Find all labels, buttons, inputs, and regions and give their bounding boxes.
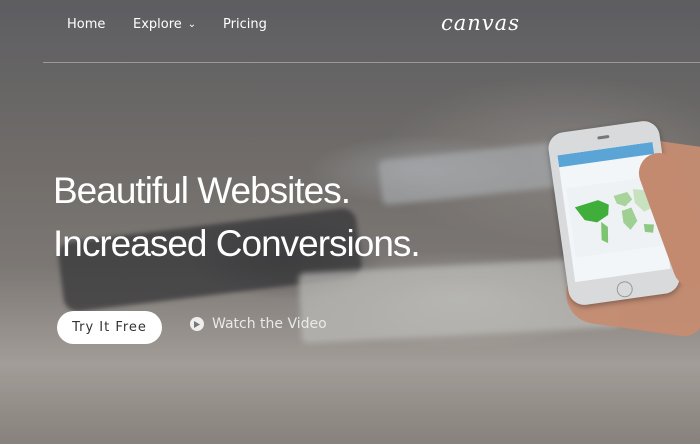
hero-headline-line2: Increased Conversions. [53,223,421,264]
site-logo[interactable]: canvas [441,11,520,35]
nav-explore-label: Explore [133,17,182,32]
hero-headline-line1: Beautiful Websites. [53,170,351,211]
watch-video-link[interactable]: Watch the Video [190,316,327,332]
watch-video-label: Watch the Video [212,316,327,332]
top-navigation: Home Explore ⌄ Pricing canvas [0,0,700,62]
try-it-free-button[interactable]: Try It Free [57,311,162,344]
play-icon [190,317,204,331]
chevron-down-icon: ⌄ [187,19,197,30]
nav-divider [43,62,700,63]
nav-pricing-link[interactable]: Pricing [223,17,267,32]
nav-home-link[interactable]: Home [67,17,105,32]
nav-explore-link[interactable]: Explore ⌄ [133,17,196,32]
